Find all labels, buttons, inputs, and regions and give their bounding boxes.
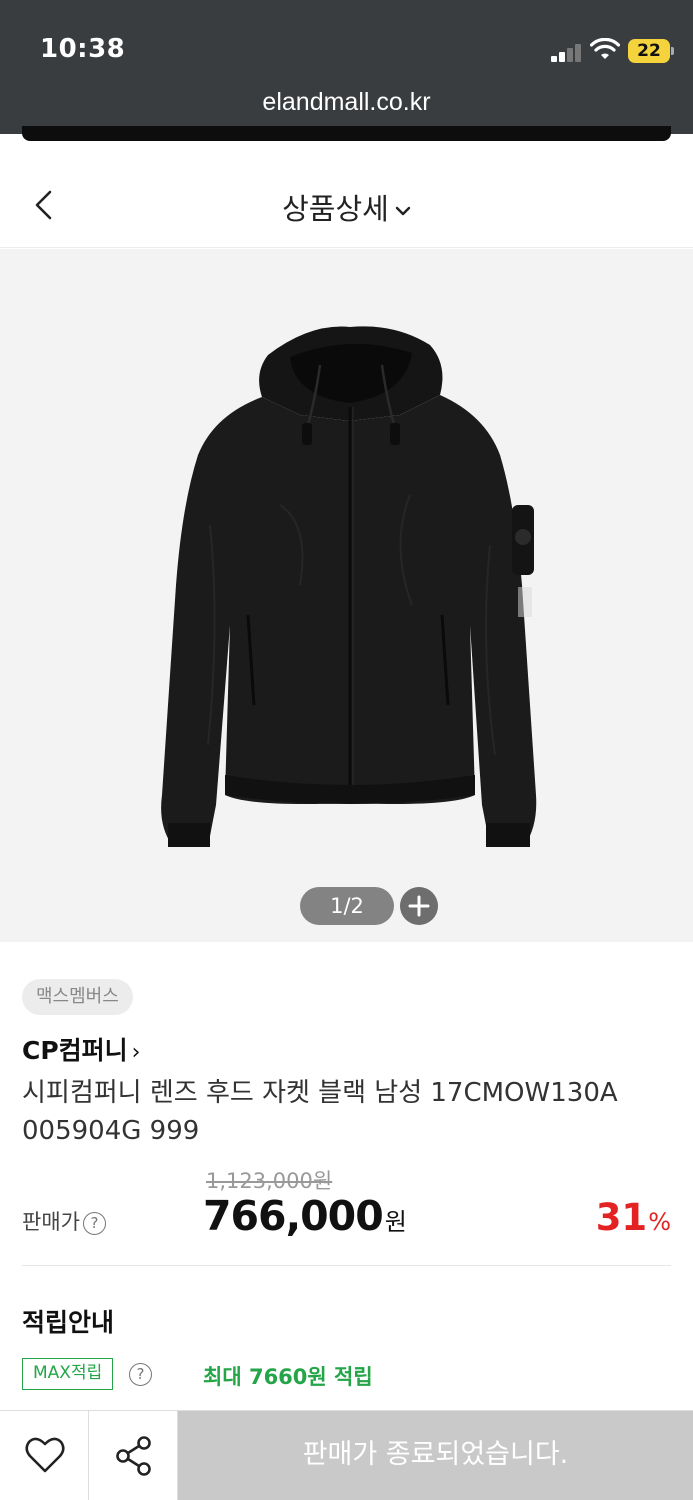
wifi-icon [590,38,620,59]
membership-badge: 맥스멤버스 [22,979,133,1015]
status-time: 10:38 [40,34,126,64]
sold-out-button[interactable]: 판매가 종료되었습니다. [178,1411,693,1500]
battery-indicator: 22 [628,39,674,63]
discount-value: 31 [595,1196,648,1239]
discount-rate: 31% [596,1196,671,1239]
brand-link[interactable]: CP컴퍼니 › [22,1031,140,1067]
bottom-action-bar: 판매가 종료되었습니다. [0,1410,693,1500]
max-points-tag: MAX적립 [22,1358,114,1390]
sale-price: 766,000원 [203,1192,407,1240]
divider [22,1265,671,1266]
price-unit: 원 [384,1208,407,1236]
signal-icon [551,42,583,62]
help-icon[interactable]: ? [82,1211,106,1235]
price-label: 판매가 [22,1210,80,1234]
share-button[interactable] [89,1411,178,1500]
product-image-jacket [161,326,537,847]
discount-unit: % [648,1208,671,1236]
share-icon [116,1436,151,1476]
previous-page-edge [22,126,671,141]
browser-top-bar: 10:38 22 elandmall.co.kr [0,0,693,134]
address-bar-url[interactable]: elandmall.co.kr [0,88,693,117]
product-image-gallery[interactable]: 1/2 [0,249,693,942]
points-section-title: 적립안내 [22,1308,115,1337]
max-points-text: 최대 7660원 적립 [203,1365,373,1389]
price-label-row: 판매가? [22,1206,106,1236]
heart-icon [25,1437,65,1473]
image-pager: 1/2 [300,887,394,925]
page-title: 상품상세 [282,192,389,226]
product-name: 시피컴퍼니 렌즈 후드 자켓 블랙 남성 17CMOW130A 005904G … [22,1078,618,1146]
sale-price-value: 766,000 [203,1192,384,1240]
help-icon[interactable]: ? [129,1363,152,1386]
dropdown-chevron-icon [395,206,411,216]
page-header: 상품상세 [0,160,693,248]
page-title-dropdown[interactable]: 상품상세 [0,186,693,228]
brand-arrow: › [131,1040,141,1065]
plus-icon[interactable] [400,887,438,925]
wishlist-button[interactable] [0,1411,89,1500]
brand-name: CP컴퍼니 [22,1036,128,1065]
original-price: 1,123,000원 [206,1169,333,1193]
